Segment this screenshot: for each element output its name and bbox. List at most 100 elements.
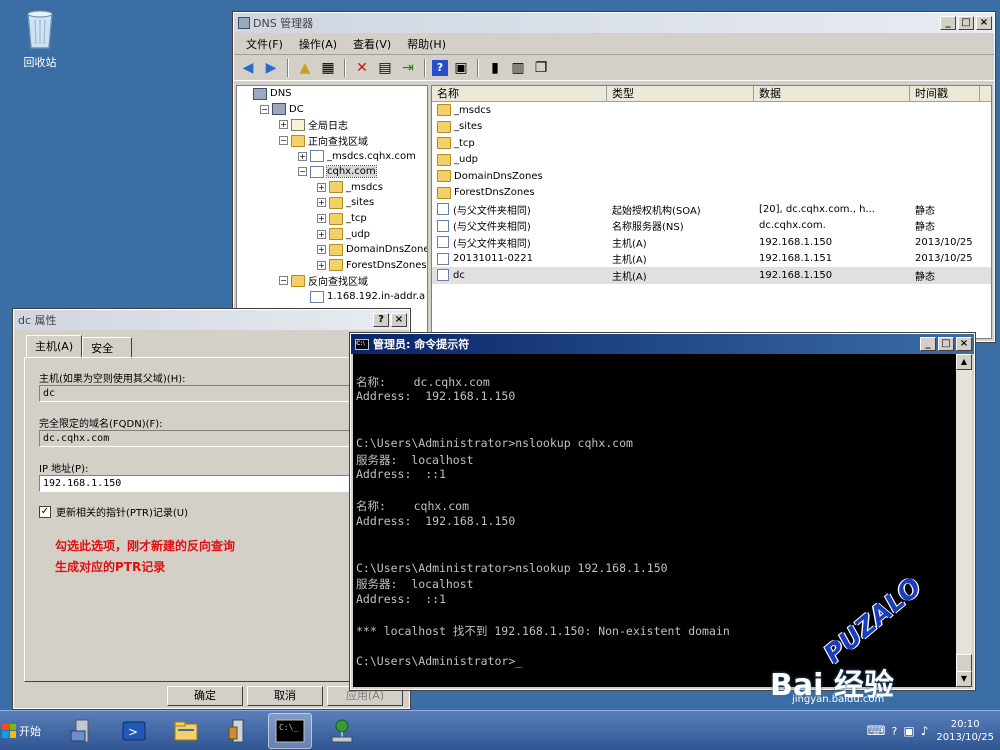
tree-node[interactable]: − DC bbox=[237, 102, 427, 118]
properties-icon[interactable]: ▤ bbox=[375, 58, 395, 78]
scroll-thumb[interactable] bbox=[956, 654, 972, 672]
tree-node[interactable]: + _tcp bbox=[237, 211, 427, 227]
list-row[interactable]: 20131011-0221 主机(A) 192.168.1.151 2013/10/2… bbox=[432, 251, 991, 268]
list-row[interactable]: _udp bbox=[432, 152, 991, 169]
expand-icon[interactable]: + bbox=[317, 229, 326, 239]
col-name[interactable]: 名称 bbox=[432, 86, 607, 101]
explorer-taskbar-icon[interactable] bbox=[164, 713, 208, 749]
props-help-button[interactable]: ? bbox=[373, 313, 389, 327]
back-arrow-icon[interactable]: ◀ bbox=[238, 58, 258, 78]
list-row[interactable]: ForestDnsZones bbox=[432, 185, 991, 202]
collapse-icon[interactable]: − bbox=[298, 167, 307, 177]
tree-node[interactable]: + _msdcs.cqhx.com bbox=[237, 148, 427, 164]
record-icon bbox=[437, 269, 449, 282]
tree-node[interactable]: − cqhx.com bbox=[237, 164, 427, 180]
props-titlebar[interactable]: dc 属性 ? × bbox=[14, 310, 409, 330]
expand-icon[interactable]: + bbox=[298, 151, 307, 161]
list-row[interactable]: (与父文件夹相同) 主机(A) 192.168.1.150 2013/10/25 bbox=[432, 234, 991, 251]
menu-file[interactable]: 文件(F) bbox=[240, 34, 289, 54]
tray-volume-icon[interactable]: ♪ bbox=[921, 724, 929, 738]
ip-address-field[interactable]: 192.168.1.150 bbox=[39, 475, 379, 492]
collapse-icon[interactable]: − bbox=[279, 276, 288, 286]
help-icon[interactable]: ? bbox=[432, 59, 448, 76]
cmd-scrollbar[interactable]: ▲ ▼ bbox=[956, 354, 972, 687]
up-folder-icon[interactable]: ▲ bbox=[295, 58, 315, 78]
expand-icon[interactable]: + bbox=[317, 260, 326, 270]
tree-node[interactable]: + ForestDnsZones bbox=[237, 258, 427, 274]
show-tree-icon[interactable]: ▦ bbox=[318, 58, 338, 78]
export-list-icon[interactable]: ⇥ bbox=[398, 58, 418, 78]
tree-node[interactable]: + _sites bbox=[237, 195, 427, 211]
tree-node[interactable]: − 正向查找区域 bbox=[237, 133, 427, 149]
cmd-minimize-button[interactable]: _ bbox=[920, 337, 936, 351]
delete-icon[interactable]: ✕ bbox=[352, 58, 372, 78]
list-row[interactable]: (与父文件夹相同) 名称服务器(NS) dc.cqhx.com. 静态 bbox=[432, 218, 991, 235]
fqdn-field[interactable]: dc.cqhx.com bbox=[39, 430, 379, 447]
dns-tree[interactable]: DNS − DC + 全局日志 − 正向查找区域 + _msdcs.cqhx.com − cqhx.… bbox=[236, 85, 428, 339]
list-row[interactable]: _msdcs bbox=[432, 102, 991, 119]
command-prompt-window[interactable]: C:\ 管理员: 命令提示符 _ □ × 名称: dc.cqhx.com Addr… bbox=[349, 332, 976, 691]
maximize-button[interactable]: □ bbox=[958, 16, 974, 30]
col-timestamp[interactable]: 时间戳 bbox=[910, 86, 980, 101]
server-tools-taskbar-icon[interactable] bbox=[216, 713, 260, 749]
server-manager-taskbar-icon[interactable] bbox=[60, 713, 104, 749]
menu-action[interactable]: 操作(A) bbox=[293, 34, 343, 54]
list-row[interactable]: dc 主机(A) 192.168.1.150 静态 bbox=[432, 267, 991, 284]
menu-help[interactable]: 帮助(H) bbox=[401, 34, 452, 54]
dns-manager-window[interactable]: DNS 管理器 _ □ × 文件(F) 操作(A) 查看(V) 帮助(H) ◀ … bbox=[232, 11, 996, 343]
ptr-checkbox-row[interactable]: ✓ 更新相关的指针(PTR)记录(U) bbox=[39, 504, 188, 519]
list-row[interactable]: (与父文件夹相同) 起始授权机构(SOA) [20], dc.cqhx.com., … bbox=[432, 201, 991, 218]
tab-host[interactable]: 主机(A) bbox=[26, 335, 83, 359]
minimize-button[interactable]: _ bbox=[940, 16, 956, 30]
cancel-button[interactable]: 取消 bbox=[247, 686, 323, 706]
record-icon[interactable]: ▥ bbox=[508, 58, 528, 78]
refresh-icon[interactable]: ▣ bbox=[451, 58, 471, 78]
list-row[interactable]: _sites bbox=[432, 119, 991, 136]
ok-button[interactable]: 确定 bbox=[167, 686, 243, 706]
col-type[interactable]: 类型 bbox=[607, 86, 754, 101]
tree-node[interactable]: + DomainDnsZones bbox=[237, 242, 427, 258]
dns-titlebar[interactable]: DNS 管理器 _ □ × bbox=[234, 13, 994, 33]
host-field[interactable]: dc bbox=[39, 385, 379, 402]
tab-security[interactable]: 安全 bbox=[82, 337, 133, 359]
cmd-close-button[interactable]: × bbox=[956, 337, 972, 351]
collapse-icon[interactable]: − bbox=[279, 136, 288, 146]
list-row[interactable]: _tcp bbox=[432, 135, 991, 152]
copy-icon[interactable]: ❐ bbox=[531, 58, 551, 78]
tray-keyboard-icon[interactable]: ⌨ bbox=[867, 724, 886, 739]
list-row[interactable]: DomainDnsZones bbox=[432, 168, 991, 185]
tree-node[interactable]: + _udp bbox=[237, 226, 427, 242]
collapse-icon[interactable]: − bbox=[260, 104, 269, 114]
tree-node[interactable]: DNS bbox=[237, 86, 427, 102]
expand-icon[interactable]: + bbox=[317, 182, 326, 192]
tree-node[interactable]: 1.168.192.in-addr.a bbox=[237, 289, 427, 305]
tree-node[interactable]: + _msdcs bbox=[237, 180, 427, 196]
expand-icon[interactable]: + bbox=[317, 214, 326, 224]
start-button[interactable]: 开始 bbox=[2, 715, 52, 747]
recycle-bin[interactable]: 回收站 bbox=[10, 6, 70, 70]
props-close-button[interactable]: × bbox=[391, 313, 407, 327]
close-button[interactable]: × bbox=[976, 16, 992, 30]
dns-record-list[interactable]: 名称 类型 数据 时间戳 _msdcs _sites _tcp _udp DomainD… bbox=[431, 85, 992, 339]
network-taskbar-icon[interactable] bbox=[320, 713, 364, 749]
expand-icon[interactable]: + bbox=[317, 198, 326, 208]
cmd-maximize-button[interactable]: □ bbox=[938, 337, 954, 351]
expand-icon[interactable]: + bbox=[279, 120, 288, 130]
powershell-taskbar-icon[interactable]: > bbox=[112, 713, 156, 749]
cmd-titlebar[interactable]: C:\ 管理员: 命令提示符 _ □ × bbox=[351, 334, 974, 354]
scroll-up-arrow[interactable]: ▲ bbox=[956, 354, 972, 370]
col-data[interactable]: 数据 bbox=[754, 86, 910, 101]
clock[interactable]: 20:10 2013/10/25 bbox=[936, 718, 994, 744]
server-icon[interactable]: ▮ bbox=[485, 58, 505, 78]
menu-view[interactable]: 查看(V) bbox=[347, 34, 397, 54]
folder-icon bbox=[437, 186, 451, 199]
tray-help-icon[interactable]: ? bbox=[892, 725, 898, 738]
ptr-checkbox[interactable]: ✓ bbox=[39, 505, 51, 518]
scroll-down-arrow[interactable]: ▼ bbox=[956, 671, 972, 687]
expand-icon[interactable]: + bbox=[317, 245, 326, 255]
tree-node[interactable]: + 全局日志 bbox=[237, 117, 427, 133]
tray-network-icon[interactable]: ▣ bbox=[903, 724, 914, 738]
forward-arrow-icon[interactable]: ▶ bbox=[261, 58, 281, 78]
cmd-taskbar-icon[interactable]: C:\_ bbox=[268, 712, 312, 749]
tree-node[interactable]: − 反向查找区域 bbox=[237, 273, 427, 289]
